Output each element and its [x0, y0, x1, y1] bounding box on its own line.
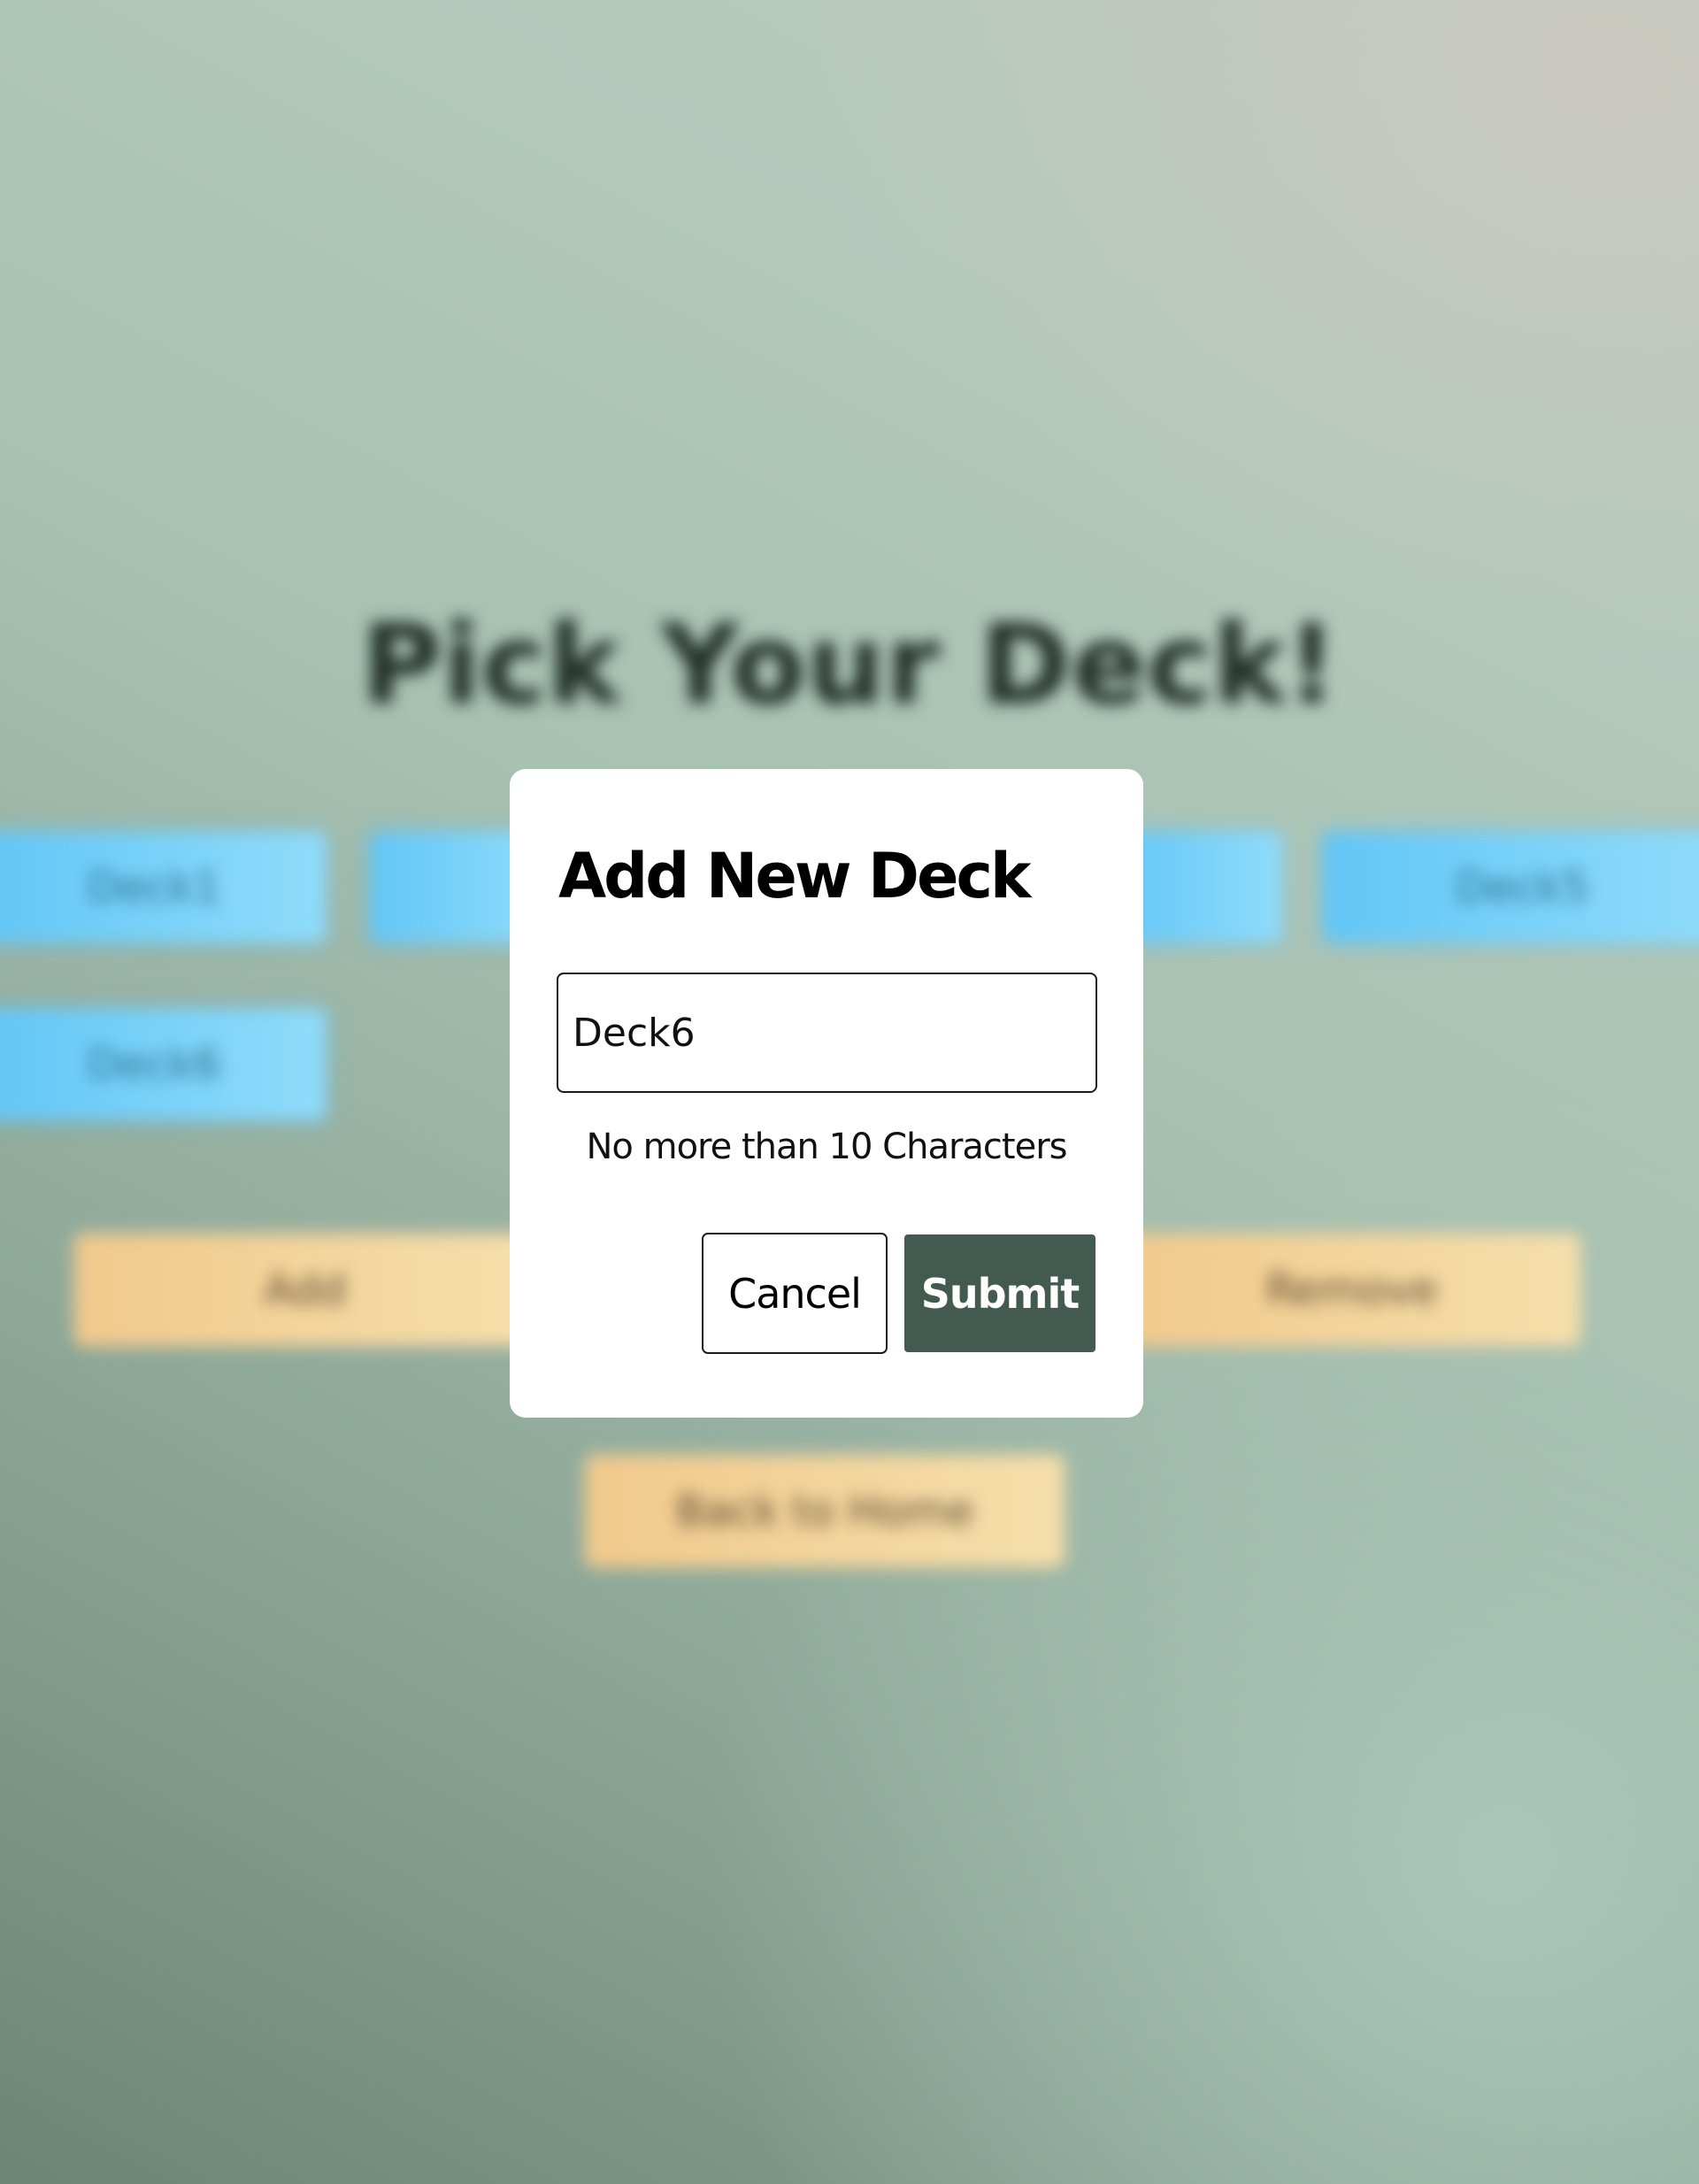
- deck-button-1[interactable]: Deck1: [0, 832, 326, 942]
- deck-button-5[interactable]: Deck6: [0, 1009, 326, 1119]
- remove-deck-button[interactable]: Remove: [1124, 1234, 1580, 1345]
- add-deck-dialog: Add New Deck No more than 10 Characters …: [510, 769, 1143, 1418]
- dialog-title: Add New Deck: [558, 840, 1031, 912]
- add-deck-button[interactable]: Add: [75, 1234, 535, 1345]
- page-title: Pick Your Deck!: [361, 602, 1338, 729]
- deck-button-4[interactable]: Deck5: [1323, 832, 1699, 942]
- back-to-home-button[interactable]: Back to Home: [586, 1456, 1064, 1566]
- character-limit-hint: No more than 10 Characters: [586, 1127, 1068, 1167]
- submit-button[interactable]: Submit: [904, 1234, 1096, 1352]
- cancel-button[interactable]: Cancel: [702, 1233, 888, 1354]
- deck-name-input[interactable]: [557, 973, 1097, 1093]
